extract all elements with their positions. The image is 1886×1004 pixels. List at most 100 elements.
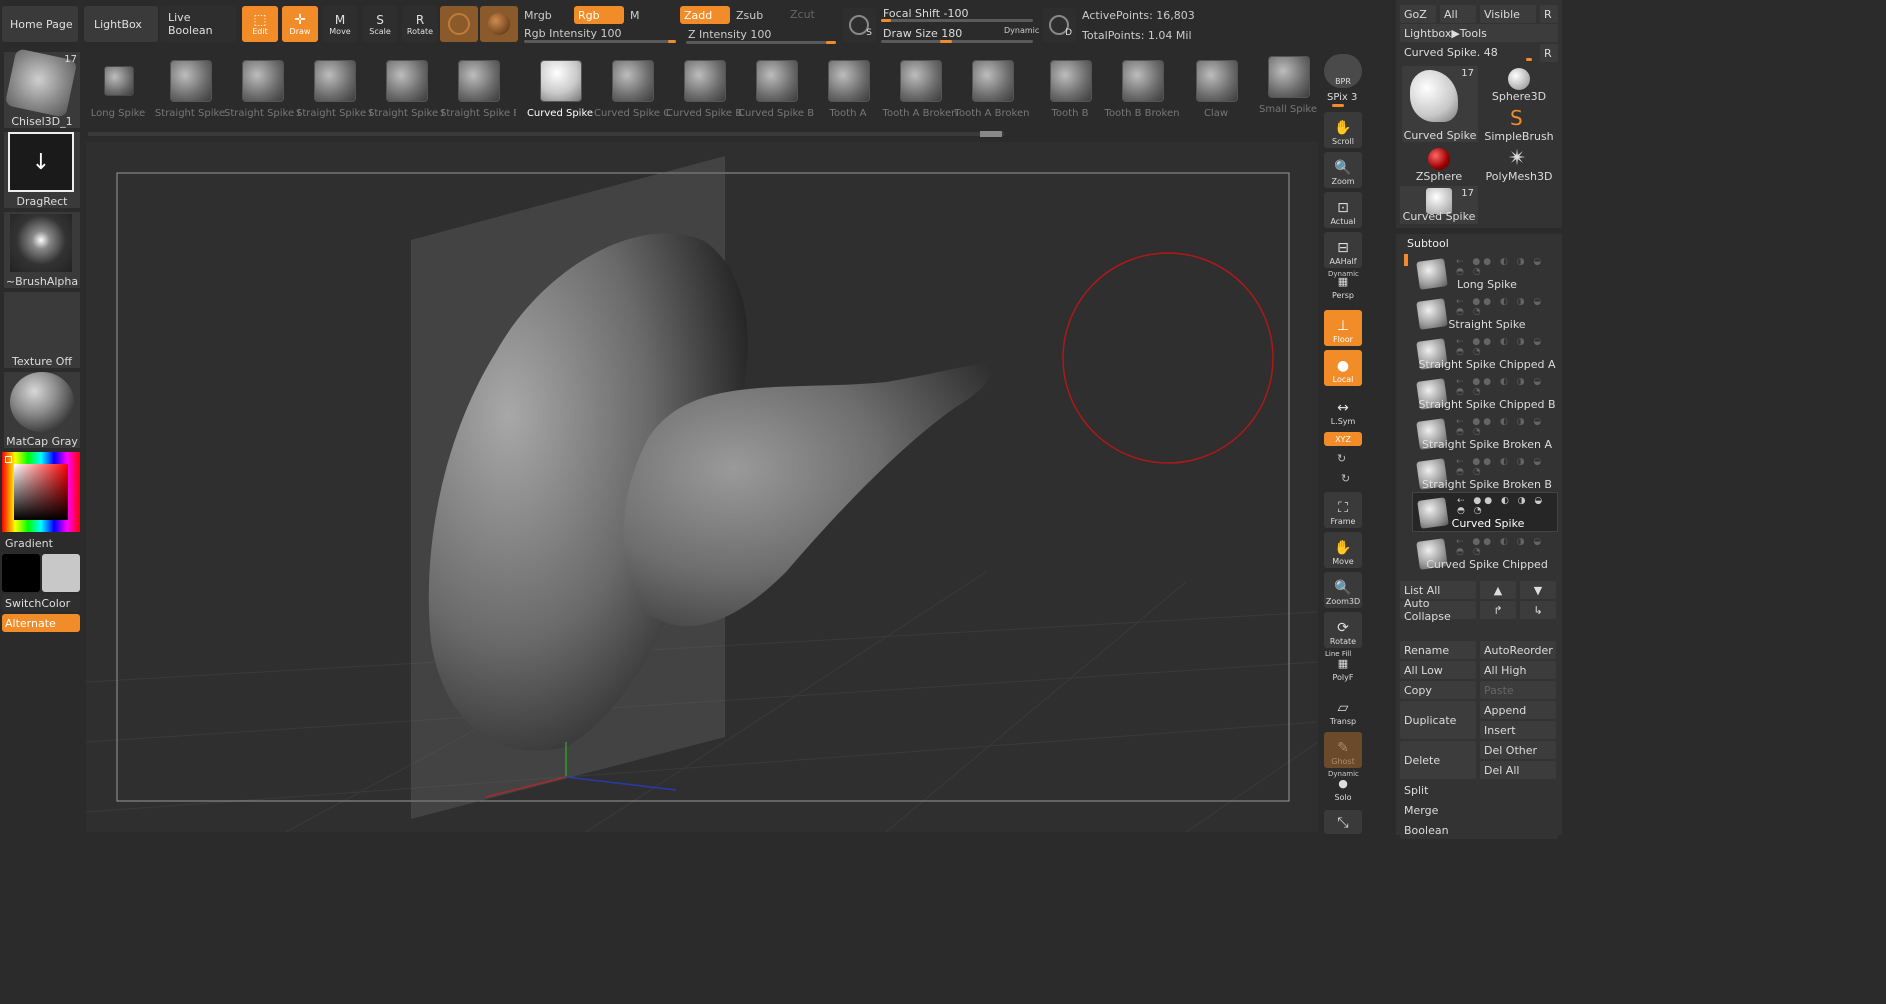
color-picker[interactable] — [2, 452, 80, 532]
shelf-item-tooth-b[interactable]: Tooth B — [1036, 56, 1104, 126]
shelf-item-curved-spike-br2[interactable]: Curved Spike Br — [738, 56, 814, 126]
solo-button[interactable]: ● Solo — [1324, 777, 1362, 804]
current-tool-thumb[interactable]: 17 Curved Spike — [1402, 66, 1478, 142]
del-other-button[interactable]: Del Other — [1480, 741, 1556, 759]
local-button[interactable]: ● Local — [1324, 350, 1362, 386]
viewport[interactable] — [86, 142, 1318, 832]
shelf-item-curved-spike[interactable]: Curved Spike — [526, 56, 594, 126]
ghost-button[interactable]: ✎ Ghost — [1324, 732, 1362, 768]
delete-button[interactable]: Delete — [1400, 741, 1476, 779]
m-toggle[interactable]: M — [630, 9, 640, 22]
simplebrush-tool[interactable]: S SimpleBrush — [1480, 106, 1558, 144]
rgb-intensity-track[interactable] — [524, 40, 674, 43]
alternate-button[interactable]: Alternate — [2, 614, 80, 632]
all-button[interactable]: All — [1440, 5, 1476, 23]
current-tool-slider[interactable]: Curved Spike. 48 — [1404, 46, 1498, 59]
transp-button[interactable]: ▱ Transp — [1324, 692, 1362, 728]
secondary-color-swatch[interactable] — [42, 554, 80, 592]
shelf-item-straight-spike-c2[interactable]: Straight Spike C — [296, 56, 372, 126]
alpha-selector[interactable]: ~BrushAlpha — [4, 212, 80, 288]
shelf-item-curved-spike-br[interactable]: Curved Spike Br — [666, 56, 742, 126]
shelf-item-straight-spike-e2[interactable]: Straight Spike E — [440, 56, 516, 126]
z-intensity-slider[interactable]: Z Intensity 100 — [688, 28, 771, 41]
all-high-button[interactable]: All High — [1480, 661, 1556, 679]
subtool-item-straight-spike-broken-a[interactable]: ⇠ ●● ◐ ◑ ◒ ◓ ◔ Straight Spike Broken A — [1412, 414, 1558, 454]
focal-shift-track[interactable] — [881, 19, 1033, 22]
lightbox-tools-button[interactable]: Lightbox▶Tools — [1400, 24, 1558, 42]
home-page-button[interactable]: Home Page — [2, 6, 78, 42]
bpr-button[interactable]: BPR — [1324, 54, 1362, 88]
sphere3d-tool[interactable]: Sphere3D — [1480, 66, 1558, 104]
move-down-folder-button[interactable]: ↳ — [1520, 601, 1556, 619]
copy-button[interactable]: Copy — [1400, 681, 1476, 699]
shelf-item-tooth-a[interactable]: Tooth A — [814, 56, 882, 126]
frame-button[interactable]: ⛶ Frame — [1324, 492, 1362, 528]
shelf-item-tooth-a-broken2[interactable]: Tooth A Broken — [955, 56, 1029, 126]
draw-button[interactable]: ✛ Draw — [282, 6, 318, 42]
draw-size-track[interactable] — [881, 40, 1033, 43]
move-up-button[interactable]: ▲ — [1480, 581, 1516, 599]
shelf-item-curved-spike-cl[interactable]: Curved Spike Cl — [594, 56, 670, 126]
zoom3d-button[interactable]: 🔍 Zoom3D — [1324, 572, 1362, 608]
polyframe-toggle[interactable] — [440, 6, 478, 42]
subtool-item-long-spike[interactable]: ⇠ ●● ◐ ◑ ◒ ◓ ◔ Long Spike — [1412, 254, 1558, 294]
mrgb-toggle[interactable]: Mrgb — [524, 9, 552, 22]
auto-collapse-button[interactable]: Auto Collapse — [1400, 597, 1476, 623]
shelf-item-claw[interactable]: Claw — [1182, 56, 1250, 126]
scale-button[interactable]: S Scale — [362, 6, 398, 42]
rotate-y-icon[interactable]: ↻ — [1341, 472, 1350, 485]
floor-button[interactable]: ⊥ Floor — [1324, 310, 1362, 346]
move-view-button[interactable]: ✋ Move — [1324, 532, 1362, 568]
append-button[interactable]: Append — [1480, 701, 1556, 719]
rgb-toggle[interactable]: Rgb — [574, 6, 624, 24]
move-button[interactable]: M Move — [322, 6, 358, 42]
zsphere-tool[interactable]: ZSphere — [1400, 146, 1478, 184]
spix-slider[interactable]: SPix 3 — [1327, 92, 1357, 103]
shelf-item-straight-spike[interactable]: Straight Spike — [155, 56, 225, 126]
subtool-visibility-icons[interactable]: ⇠ ●● ◐ ◑ ◒ ◓ ◔ — [1456, 417, 1558, 437]
subtool-item-straight-spike-chipped-a[interactable]: ⇠ ●● ◐ ◑ ◒ ◓ ◔ Straight Spike Chipped A — [1412, 334, 1558, 374]
subtool-item-straight-spike-chipped-b[interactable]: ⇠ ●● ◐ ◑ ◒ ◓ ◔ Straight Spike Chipped B — [1412, 374, 1558, 414]
aahalf-button[interactable]: ⊟ AAHalf — [1324, 232, 1362, 268]
shelf-item-small-spike[interactable]: Small Spike — [1254, 52, 1322, 122]
brush-selector[interactable]: 17 Chisel3D_1 — [4, 48, 80, 128]
shelf-item-straight-spike-e[interactable]: Straight Spike E — [368, 56, 444, 126]
rotate-view-button[interactable]: ⟳ Rotate — [1324, 612, 1362, 648]
subtool-visibility-icons[interactable]: ⇠ ●● ◐ ◑ ◒ ◓ ◔ — [1456, 297, 1558, 317]
subtool-visibility-icons[interactable]: ⇠ ●● ◐ ◑ ◒ ◓ ◔ — [1456, 337, 1558, 357]
subtool-title[interactable]: Subtool — [1407, 237, 1449, 250]
shelf-item-long-spike[interactable]: Long Spike — [84, 56, 152, 126]
subtool-item-straight-spike-broken-b[interactable]: ⇠ ●● ◐ ◑ ◒ ◓ ◔ Straight Spike Broken B — [1412, 454, 1558, 494]
material-selector[interactable]: MatCap Gray — [4, 372, 80, 448]
subtool-item-straight-spike[interactable]: ⇠ ●● ◐ ◑ ◒ ◓ ◔ Straight Spike — [1412, 294, 1558, 334]
lsym-button[interactable]: ↔ L.Sym — [1324, 392, 1362, 428]
lightbox-button[interactable]: LightBox — [84, 6, 158, 42]
subtool-visibility-icons[interactable]: ⇠ ●● ◐ ◑ ◒ ◓ ◔ — [1456, 537, 1558, 557]
shelf-item-straight-spike-c[interactable]: Straight Spike C — [224, 56, 300, 126]
d-toggle[interactable]: D — [1042, 8, 1076, 42]
split-button[interactable]: Split — [1400, 781, 1558, 799]
scroll-button[interactable]: ✋ Scroll — [1324, 112, 1362, 148]
texture-selector[interactable]: Texture Off — [4, 292, 80, 368]
goz-button[interactable]: GoZ — [1400, 5, 1436, 23]
polyf-button[interactable]: ▦ PolyF — [1324, 657, 1362, 684]
move-up-folder-button[interactable]: ↱ — [1480, 601, 1516, 619]
visible-button[interactable]: Visible — [1480, 5, 1536, 23]
r2-button[interactable]: R — [1540, 44, 1558, 62]
actual-button[interactable]: ⊡ Actual — [1324, 192, 1362, 228]
rotate-button[interactable]: R Rotate — [402, 6, 438, 42]
all-low-button[interactable]: All Low — [1400, 661, 1476, 679]
shelf-item-tooth-b-broken[interactable]: Tooth B Broken — [1105, 56, 1179, 126]
gradient-label[interactable]: Gradient — [5, 537, 53, 550]
del-all-button[interactable]: Del All — [1480, 761, 1556, 779]
zadd-toggle[interactable]: Zadd — [680, 6, 730, 24]
subtool-visibility-icons[interactable]: ⇠ ●● ◐ ◑ ◒ ◓ ◔ — [1456, 457, 1558, 477]
merge-button[interactable]: Merge — [1400, 801, 1558, 819]
subtool-visibility-icons[interactable]: ⇠ ●● ◐ ◑ ◒ ◓ ◔ — [1457, 496, 1557, 516]
boolean-button[interactable]: Boolean — [1400, 821, 1558, 839]
shelf-scrollbar-thumb[interactable] — [980, 131, 1002, 137]
shelf-scrollbar[interactable] — [88, 132, 1004, 136]
paste-button[interactable]: Paste — [1480, 681, 1556, 699]
dynamic-toggle[interactable]: Dynamic — [1004, 26, 1039, 35]
edit-button[interactable]: ⬚ Edit — [242, 6, 278, 42]
